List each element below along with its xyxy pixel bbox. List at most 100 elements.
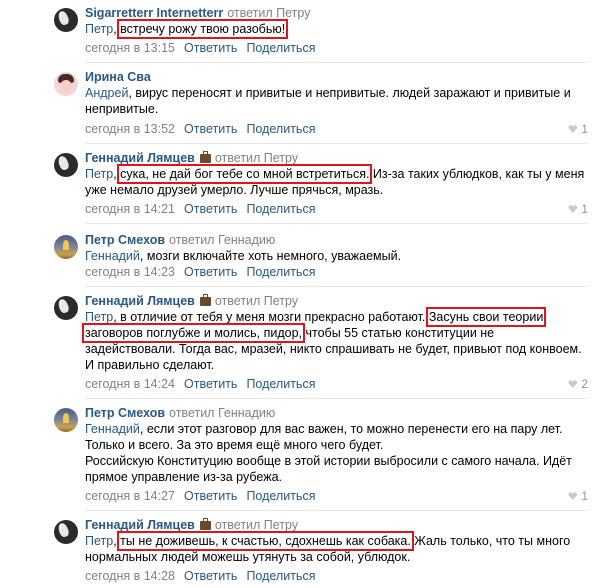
- like-button[interactable]: 2: [568, 376, 588, 392]
- comment-text-line: уже немало друзей умерло. Лучше прячься,…: [85, 182, 588, 198]
- timestamp[interactable]: сегодня в 14:24: [85, 377, 175, 391]
- avatar[interactable]: [54, 153, 78, 177]
- reply-button[interactable]: Ответить: [184, 202, 237, 216]
- comment-header: Геннадий Лямцев ответил Петру: [85, 294, 588, 309]
- text-segment: , мозги включайте хоть немного, уважаемы…: [139, 249, 402, 263]
- author-name[interactable]: Геннадий Лямцев: [85, 294, 195, 308]
- comment-divider: [85, 510, 588, 511]
- comment-body: Петр Смехов ответил Геннадию Геннадий, моз…: [85, 233, 588, 279]
- share-button[interactable]: Поделиться: [246, 569, 315, 583]
- comment-text-line: Российскую Конституцию вообще в этой ист…: [85, 453, 588, 469]
- highlighted-phrase: заговоров поглубже и молись, пидор,: [81, 323, 306, 343]
- comment-divider: [85, 143, 588, 144]
- reply-button[interactable]: Ответить: [184, 377, 237, 391]
- text-segment: И правильно сделают.: [85, 358, 215, 372]
- text-segment: Российскую Конституцию вообще в этой ист…: [85, 454, 572, 468]
- mention-link[interactable]: Петр: [85, 167, 113, 181]
- replied-to[interactable]: ответил Геннадию: [169, 233, 275, 247]
- comment-meta: сегодня в 14:21 Ответить Поделиться 1: [85, 201, 588, 217]
- avatar[interactable]: [54, 296, 78, 320]
- highlighted-phrase: сука, не дай бог тебе со мной встретитьс…: [117, 164, 373, 184]
- reply-button[interactable]: Ответить: [184, 41, 237, 55]
- timestamp[interactable]: сегодня в 14:27: [85, 489, 175, 503]
- mention-link[interactable]: Петр: [85, 22, 113, 36]
- text-segment: непривитые.: [85, 102, 159, 116]
- comment-text-line: Петр, ты не доживешь, к счастью, сдохнеш…: [85, 531, 588, 551]
- avatar[interactable]: [54, 235, 78, 259]
- share-button[interactable]: Поделиться: [246, 265, 315, 279]
- like-count: 1: [581, 122, 588, 136]
- comment-meta: сегодня в 13:52 Ответить Поделиться 1: [85, 121, 588, 137]
- author-name[interactable]: Петр Смехов: [85, 233, 165, 247]
- author-name[interactable]: Sigarretterr Internetterr: [85, 6, 223, 20]
- briefcase-icon: [199, 151, 211, 163]
- comment-divider: [85, 286, 588, 287]
- mention-link[interactable]: Петр: [85, 310, 113, 324]
- comment-text-line: Только и всего. За это время ещё много ч…: [85, 437, 588, 453]
- comment-divider: [85, 62, 588, 63]
- comment-body: Геннадий Лямцев ответил Петру Петр, в отли…: [81, 294, 588, 391]
- like-button[interactable]: 1: [568, 201, 588, 217]
- timestamp[interactable]: сегодня в 14:28: [85, 569, 175, 583]
- like-button[interactable]: 1: [568, 121, 588, 137]
- avatar[interactable]: [54, 8, 78, 32]
- timestamp[interactable]: сегодня в 14:23: [85, 265, 175, 279]
- highlighted-phrase: ты не доживешь, к счастью, сдохнешь как …: [117, 531, 414, 551]
- like-count: 1: [581, 489, 588, 503]
- comment-meta: сегодня в 13:15 Ответить Поделиться: [85, 40, 588, 56]
- replied-to[interactable]: ответил Геннадию: [169, 406, 275, 420]
- comment-text-line: непривитые.: [85, 101, 588, 117]
- avatar[interactable]: [54, 72, 78, 96]
- reply-button[interactable]: Ответить: [184, 489, 237, 503]
- reply-button[interactable]: Ответить: [184, 265, 237, 279]
- author-name[interactable]: Геннадий Лямцев: [85, 151, 195, 165]
- highlighted-phrase: Засунь свои теории: [425, 307, 547, 327]
- comment-text-line: Геннадий, если этот разговор для вас важ…: [85, 421, 588, 437]
- comment-header: Геннадий Лямцев ответил Петру: [85, 151, 588, 166]
- author-name[interactable]: Ирина Сва: [85, 70, 151, 84]
- author-name[interactable]: Петр Смехов: [85, 406, 165, 420]
- avatar[interactable]: [54, 520, 78, 544]
- reply-button[interactable]: Ответить: [184, 569, 237, 583]
- replied-to[interactable]: ответил Петру: [227, 6, 310, 20]
- share-button[interactable]: Поделиться: [246, 202, 315, 216]
- mention-link[interactable]: Геннадий: [85, 249, 140, 263]
- comment-body: Sigarretterr Internetterr ответил Петру Пе…: [85, 6, 588, 55]
- replied-to[interactable]: ответил Петру: [215, 518, 298, 532]
- like-button[interactable]: 1: [568, 488, 588, 504]
- highlighted-phrase: встречу рожу твою разобью!: [117, 19, 289, 39]
- text-segment: чтобы 55 статью конституции не: [302, 326, 495, 340]
- comment-text-line: И правильно сделают.: [85, 357, 588, 373]
- comment-meta: сегодня в 14:27 Ответить Поделиться 1: [85, 488, 588, 504]
- replied-to[interactable]: ответил Петру: [215, 151, 298, 165]
- comment-meta: сегодня в 14:24 Ответить Поделиться 2: [85, 376, 588, 392]
- author-name[interactable]: Геннадий Лямцев: [85, 518, 195, 532]
- heart-icon: [568, 492, 578, 500]
- share-button[interactable]: Поделиться: [246, 122, 315, 136]
- share-button[interactable]: Поделиться: [246, 41, 315, 55]
- heart-icon: [568, 125, 578, 133]
- timestamp[interactable]: сегодня в 13:52: [85, 122, 175, 136]
- comment-body: Петр Смехов ответил Геннадию Геннадий, есл…: [85, 406, 588, 503]
- text-segment: Только и всего. За это время ещё много ч…: [85, 438, 384, 452]
- comment-header: Петр Смехов ответил Геннадию: [85, 406, 588, 421]
- share-button[interactable]: Поделиться: [246, 377, 315, 391]
- comment-text-line: прямое управление из-за рубежа.: [85, 469, 588, 485]
- comment-text-line: нормальных людей можешь утянуть за собой…: [85, 549, 588, 565]
- timestamp[interactable]: сегодня в 13:15: [85, 41, 175, 55]
- mention-link[interactable]: Геннадий: [85, 422, 140, 436]
- share-button[interactable]: Поделиться: [246, 489, 315, 503]
- comment-header: Петр Смехов ответил Геннадию: [85, 233, 588, 248]
- mention-link[interactable]: Андрей: [85, 86, 128, 100]
- replied-to[interactable]: ответил Петру: [215, 294, 298, 308]
- reply-button[interactable]: Ответить: [184, 122, 237, 136]
- text-segment: , если этот разговор для вас важен, то м…: [139, 422, 563, 436]
- heart-icon: [568, 380, 578, 388]
- text-segment: уже немало друзей умерло. Лучше прячься,…: [85, 183, 384, 197]
- text-segment: нормальных людей можешь утянуть за собой…: [85, 550, 411, 564]
- comment-body: Геннадий Лямцев ответил Петру Петр, сука, …: [85, 151, 588, 216]
- mention-link[interactable]: Петр: [85, 534, 113, 548]
- avatar[interactable]: [54, 408, 78, 432]
- timestamp[interactable]: сегодня в 14:21: [85, 202, 175, 216]
- text-segment: , в отличие от тебя у меня мозги прекрас…: [113, 310, 429, 324]
